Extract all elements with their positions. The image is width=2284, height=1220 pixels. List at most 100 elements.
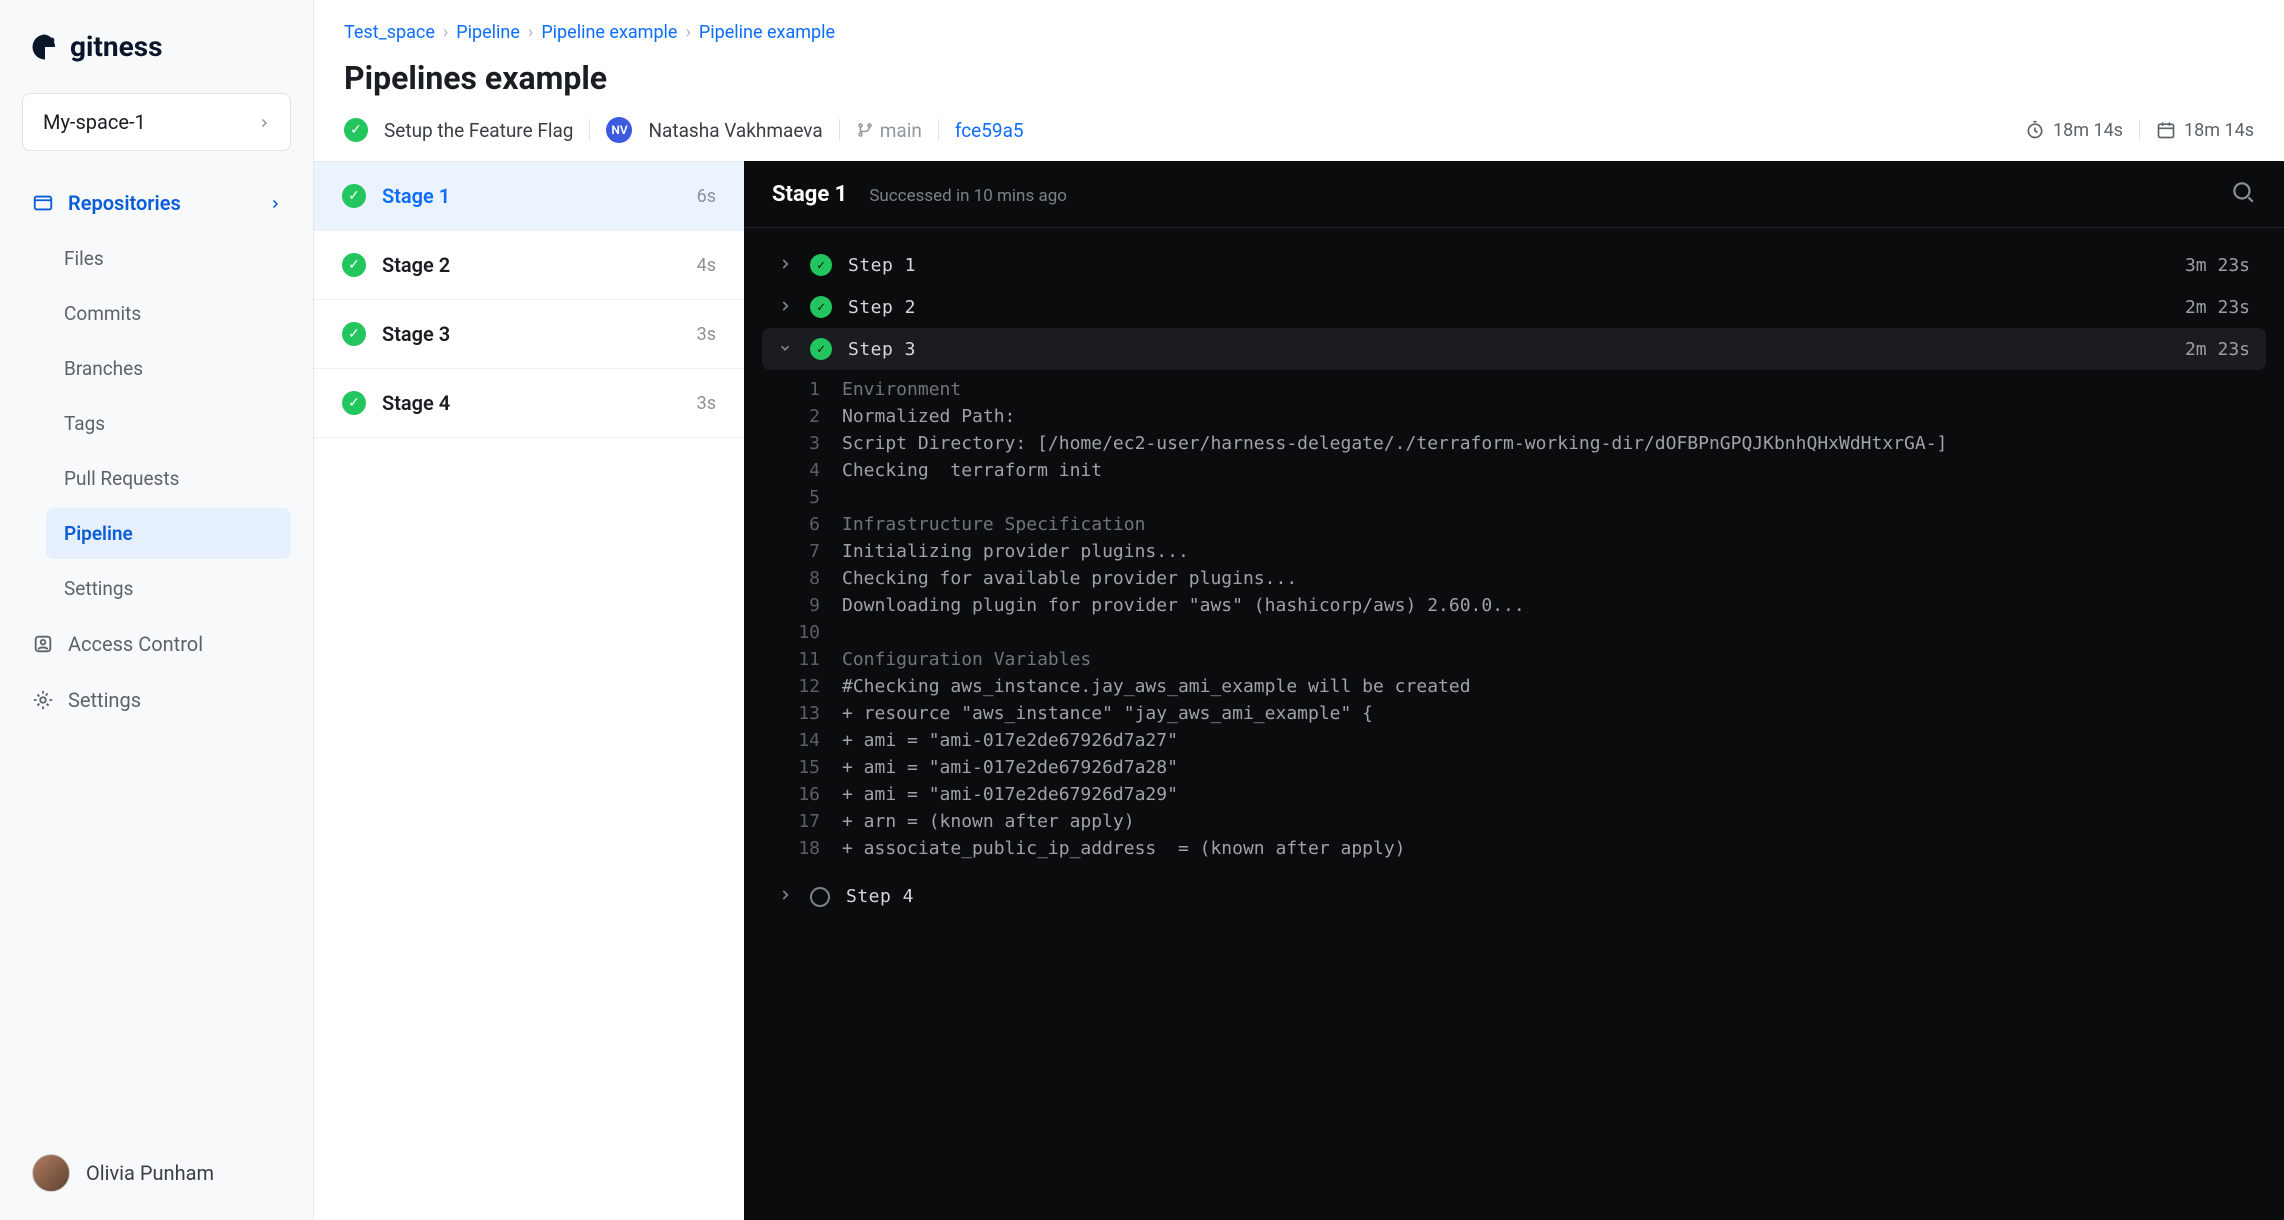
step-name: Step 4	[846, 886, 2234, 907]
line-text: Environment	[842, 379, 961, 400]
status-success-icon: ✓	[342, 322, 366, 346]
main-nav: Repositories FilesCommitsBranchesTagsPul…	[22, 179, 291, 1144]
status-success-icon: ✓	[810, 254, 832, 276]
stage-name: Stage 3	[382, 322, 450, 346]
log-line: 17+ arn = (known after apply)	[762, 808, 2266, 835]
page-title: Pipelines example	[344, 59, 2254, 97]
breadcrumb-item[interactable]: Test_space	[344, 22, 435, 43]
breadcrumb-item[interactable]: Pipeline	[456, 22, 520, 43]
breadcrumb: Test_space›Pipeline›Pipeline example›Pip…	[344, 22, 2254, 43]
log-line: 13 + resource "aws_instance" "jay_aws_ami…	[762, 700, 2266, 727]
step-row[interactable]: ✓ Step 1 3m 23s	[762, 244, 2266, 286]
line-number: 3	[778, 433, 820, 454]
line-number: 16	[778, 784, 820, 805]
breadcrumb-item[interactable]: Pipeline example	[699, 22, 835, 43]
author-avatar: NV	[606, 117, 632, 143]
stage-name: Stage 2	[382, 253, 450, 277]
log-line: 18 + associate_public_ip_address = (known…	[762, 835, 2266, 862]
line-text: Checking terraform init	[842, 460, 1102, 481]
line-number: 11	[778, 649, 820, 670]
chevron-right-icon	[778, 255, 794, 276]
sidebar-item-branches[interactable]: Branches	[46, 343, 291, 394]
sidebar: gitness My-space-1 Repositories FilesCom…	[0, 0, 314, 1220]
repo-icon	[32, 192, 54, 214]
nav-label: Access Control	[68, 632, 203, 656]
line-number: 7	[778, 541, 820, 562]
log-line: 9Downloading plugin for provider "aws" (…	[762, 592, 2266, 619]
line-text: + resource "aws_instance" "jay_aws_ami_e…	[842, 703, 1373, 724]
nav-access-control[interactable]: Access Control	[22, 618, 291, 670]
sidebar-item-commits[interactable]: Commits	[46, 288, 291, 339]
sidebar-item-pull-requests[interactable]: Pull Requests	[46, 453, 291, 504]
nav-label: Repositories	[68, 191, 181, 215]
step-row[interactable]: Step 4	[762, 876, 2266, 917]
step-name: Step 2	[848, 297, 2169, 318]
nav-settings[interactable]: Settings	[22, 674, 291, 726]
chevron-right-icon	[269, 191, 281, 215]
stage-item[interactable]: ✓ Stage 2 4s	[314, 231, 744, 300]
nav-repositories[interactable]: Repositories	[22, 179, 291, 227]
sidebar-item-pipeline[interactable]: Pipeline	[46, 508, 291, 559]
user-footer[interactable]: Olivia Punham	[22, 1144, 291, 1200]
nav-label: Settings	[68, 688, 141, 712]
log-line: 16+ ami = "ami-017e2de67926d7a29"	[762, 781, 2266, 808]
log-line: 14+ ami = "ami-017e2de67926d7a27"	[762, 727, 2266, 754]
stage-item[interactable]: ✓ Stage 3 3s	[314, 300, 744, 369]
space-selector[interactable]: My-space-1	[22, 93, 291, 151]
stage-item[interactable]: ✓ Stage 4 3s	[314, 369, 744, 438]
branch-icon	[856, 121, 874, 139]
divider	[938, 119, 939, 141]
line-number: 14	[778, 730, 820, 751]
chevron-right-icon	[258, 110, 270, 134]
branch[interactable]: main	[856, 119, 922, 142]
search-icon[interactable]	[2230, 179, 2256, 209]
line-number: 18	[778, 838, 820, 859]
log-line: 4Checking terraform init	[762, 457, 2266, 484]
chevron-right-icon: ›	[443, 22, 448, 43]
page-header: Test_space›Pipeline›Pipeline example›Pip…	[314, 0, 2284, 161]
line-text: Checking for available provider plugins.…	[842, 568, 1297, 589]
user-icon	[32, 633, 54, 655]
sidebar-item-tags[interactable]: Tags	[46, 398, 291, 449]
breadcrumb-item[interactable]: Pipeline example	[541, 22, 677, 43]
log-line: 8Checking for available provider plugins…	[762, 565, 2266, 592]
log-line: 11Configuration Variables	[762, 646, 2266, 673]
chevron-right-icon: ›	[685, 22, 690, 43]
line-number: 13	[778, 703, 820, 724]
commit-hash[interactable]: fce59a5	[955, 119, 1024, 142]
author-name: Natasha Vakhmaeva	[648, 119, 822, 142]
line-number: 15	[778, 757, 820, 778]
line-number: 5	[778, 487, 820, 508]
line-text: + associate_public_ip_address = (known a…	[842, 838, 1406, 859]
stage-duration: 3s	[697, 324, 716, 345]
timestamp: 18m 14s	[2156, 120, 2254, 141]
line-text: #Checking aws_instance.jay_aws_ami_examp…	[842, 676, 1471, 697]
log-line: 12 #Checking aws_instance.jay_aws_ami_exa…	[762, 673, 2266, 700]
brand-icon	[30, 32, 60, 62]
line-number: 12	[778, 676, 820, 697]
brand-logo[interactable]: gitness	[22, 30, 291, 63]
chevron-right-icon	[778, 886, 794, 907]
status-success-icon: ✓	[344, 118, 368, 142]
divider	[2139, 120, 2140, 140]
space-name: My-space-1	[43, 110, 146, 134]
step-row[interactable]: ✓ Step 2 2m 23s	[762, 286, 2266, 328]
line-text: Initializing provider plugins...	[842, 541, 1189, 562]
log-line: 2Normalized Path:	[762, 403, 2266, 430]
divider	[589, 119, 590, 141]
log-line: 10	[762, 619, 2266, 646]
chevron-right-icon	[778, 297, 794, 318]
line-text: + ami = "ami-017e2de67926d7a28"	[842, 757, 1178, 778]
sidebar-item-files[interactable]: Files	[46, 233, 291, 284]
step-name: Step 3	[848, 339, 2169, 360]
stage-duration: 3s	[697, 393, 716, 414]
log-line: 5	[762, 484, 2266, 511]
stage-item[interactable]: ✓ Stage 1 6s	[314, 162, 744, 231]
log-line: 1Environment	[762, 376, 2266, 403]
stage-duration: 6s	[697, 186, 716, 207]
stage-duration: 4s	[697, 255, 716, 276]
stages-column: ✓ Stage 1 6s ✓ Stage 2 4s ✓ Stage 3 3s ✓…	[314, 161, 744, 1220]
run-title: Setup the Feature Flag	[384, 119, 573, 142]
step-row[interactable]: ✓ Step 3 2m 23s	[762, 328, 2266, 370]
sidebar-item-settings[interactable]: Settings	[46, 563, 291, 614]
